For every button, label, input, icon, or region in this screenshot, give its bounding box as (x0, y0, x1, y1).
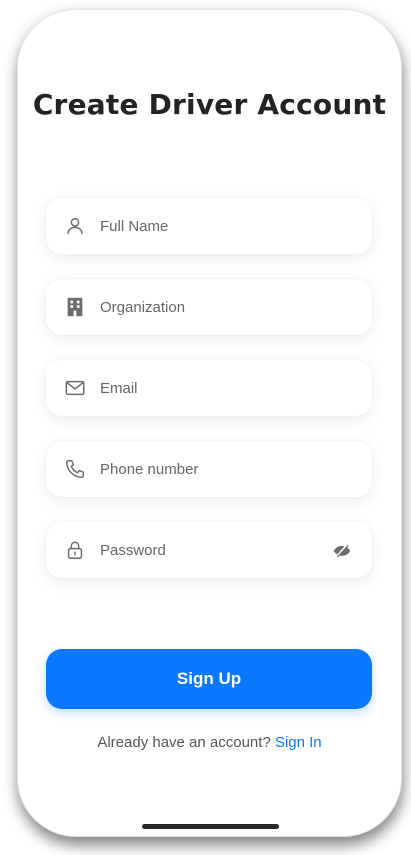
full-name-input[interactable] (98, 198, 328, 254)
mail-icon (64, 377, 86, 399)
building-icon (64, 296, 86, 318)
lock-icon (64, 539, 86, 561)
full-name-field[interactable] (46, 198, 372, 254)
eye-off-icon[interactable] (332, 540, 352, 560)
sign-in-prompt: Already have an account? Sign In (18, 734, 401, 751)
organization-input[interactable] (98, 279, 328, 335)
phone-field[interactable] (46, 441, 372, 497)
sign-up-button[interactable]: Sign Up (46, 649, 372, 709)
home-indicator (142, 824, 279, 829)
sign-in-link[interactable]: Sign In (275, 734, 322, 751)
password-field[interactable] (46, 522, 372, 578)
phone-input[interactable] (98, 441, 328, 497)
sign-in-prompt-text: Already have an account? (97, 734, 271, 751)
email-input[interactable] (98, 360, 328, 416)
email-field[interactable] (46, 360, 372, 416)
phone-screen: Create Driver Account Full Name Organiza… (18, 10, 401, 836)
organization-field[interactable] (46, 279, 372, 335)
phone-icon (64, 458, 86, 480)
page-title: Create Driver Account (32, 88, 387, 121)
password-input[interactable] (98, 522, 328, 578)
user-icon (64, 215, 86, 237)
